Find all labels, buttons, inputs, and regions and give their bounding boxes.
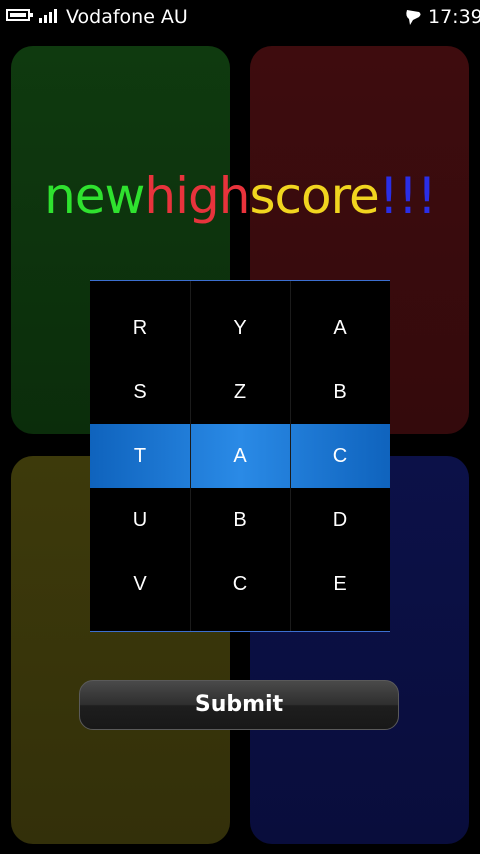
picker-column-1[interactable]: R S T U V <box>90 281 190 631</box>
clock: 17:39 <box>428 6 480 28</box>
title-word-score: score <box>249 167 379 225</box>
picker-cell[interactable]: A <box>290 296 390 360</box>
status-bar: Vodafone AU 17:39 <box>0 0 480 34</box>
title-word-high: high <box>144 167 250 225</box>
picker-cell[interactable]: U <box>90 488 190 552</box>
submit-button[interactable]: Submit <box>79 680 399 730</box>
picker-cell[interactable]: B <box>290 360 390 424</box>
picker-column-3[interactable]: A B C D E <box>290 281 390 631</box>
picker-cell-selected[interactable]: T <box>90 424 190 488</box>
initials-picker[interactable]: R S T U V Y Z A B C A B C D E <box>90 280 390 632</box>
picker-cell[interactable]: Y <box>190 296 290 360</box>
picker-cell[interactable]: S <box>90 360 190 424</box>
carrier-name: Vodafone AU <box>66 6 188 28</box>
picker-cell[interactable]: Z <box>190 360 290 424</box>
signal-icon <box>39 9 61 23</box>
picker-cell[interactable]: D <box>290 488 390 552</box>
battery-icon <box>6 9 33 21</box>
picker-cell-selected[interactable]: A <box>190 424 290 488</box>
message-icon <box>406 10 421 25</box>
picker-cell[interactable]: R <box>90 296 190 360</box>
picker-cell-selected[interactable]: C <box>290 424 390 488</box>
picker-cell[interactable]: E <box>290 552 390 616</box>
title-word-new: new <box>44 167 145 225</box>
picker-cell[interactable]: V <box>90 552 190 616</box>
picker-cell[interactable]: C <box>190 552 290 616</box>
picker-column-2[interactable]: Y Z A B C <box>190 281 290 631</box>
picker-cell[interactable]: B <box>190 488 290 552</box>
new-high-score-title: newhighscore!!! <box>0 166 480 226</box>
title-exclamations: !!! <box>378 167 437 225</box>
